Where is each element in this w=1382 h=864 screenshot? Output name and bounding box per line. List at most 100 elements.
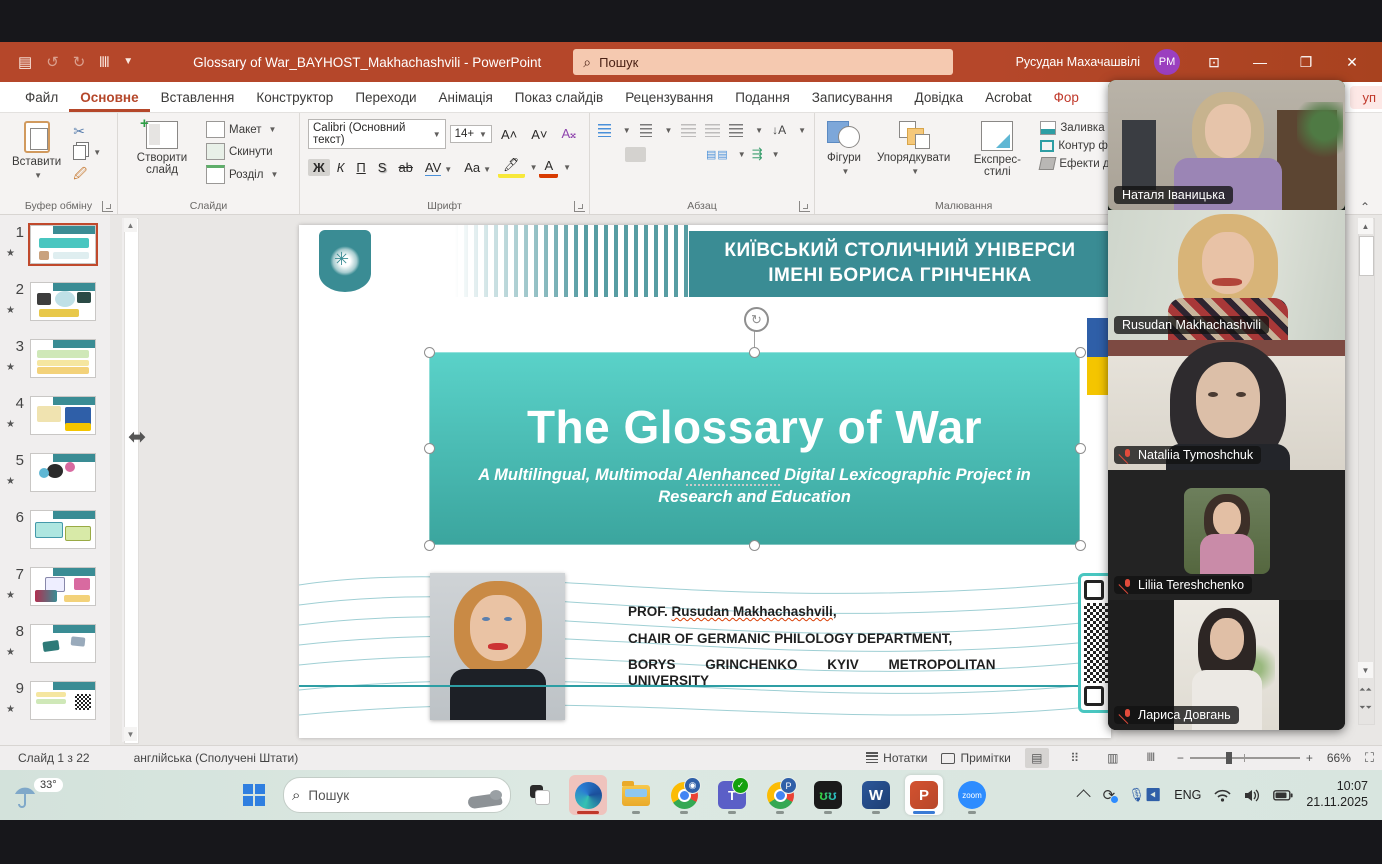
scroll-up-icon[interactable]: ▲ bbox=[124, 218, 137, 232]
paste-button[interactable]: Вставити▼ bbox=[8, 119, 65, 198]
next-slide-icon[interactable]: ⏷⏷ bbox=[1358, 700, 1373, 716]
weather-widget[interactable]: 33° bbox=[12, 780, 72, 810]
shapes-button[interactable]: Фігури▼ bbox=[823, 119, 865, 198]
layout-button[interactable]: Макет▼ bbox=[206, 121, 278, 138]
close-button[interactable]: ✕ bbox=[1332, 47, 1372, 77]
selection-handle-s[interactable] bbox=[749, 540, 760, 551]
participant-tile-4[interactable]: Liliia Tereshchenko bbox=[1108, 470, 1345, 600]
fit-slide-icon[interactable]: ⛶ bbox=[1365, 750, 1374, 766]
undo-icon[interactable]: ↺ bbox=[46, 55, 59, 70]
chrome-profile1-button[interactable]: ◉ bbox=[665, 775, 703, 815]
tab-home[interactable]: Основне bbox=[69, 84, 149, 112]
account-name[interactable]: Русудан Махачашвілі bbox=[1016, 55, 1140, 69]
align-center-icon[interactable] bbox=[625, 147, 646, 162]
ribbon-search-box[interactable]: ⌕ Пошук bbox=[573, 49, 953, 75]
clear-formatting-button[interactable]: A𝄪 bbox=[556, 125, 581, 143]
title-text-box[interactable]: The Glossary of War A Multilingual, Mult… bbox=[429, 352, 1080, 545]
edge-taskbar-button[interactable] bbox=[569, 775, 607, 815]
clock-widget[interactable]: 10:07 21.11.2025 bbox=[1306, 779, 1368, 810]
selection-handle-sw[interactable] bbox=[424, 540, 435, 551]
save-icon[interactable]: ▤ bbox=[18, 55, 32, 70]
character-spacing-button[interactable]: AV▼ bbox=[420, 159, 457, 176]
mic-location-icon[interactable]: 🎙◀ bbox=[1128, 787, 1161, 803]
slide-thumbnail[interactable] bbox=[30, 282, 96, 321]
language-switcher[interactable]: ENG bbox=[1174, 788, 1201, 802]
slide-thumbnail[interactable] bbox=[30, 225, 96, 264]
scroll-down-icon[interactable]: ▼ bbox=[1358, 662, 1373, 678]
line-spacing-icon[interactable] bbox=[729, 124, 744, 137]
teams-button[interactable]: T✓ bbox=[713, 775, 751, 815]
tab-review[interactable]: Рецензування bbox=[614, 84, 724, 112]
zoom-in-icon[interactable]: + bbox=[1306, 751, 1313, 765]
increase-indent-icon[interactable] bbox=[705, 124, 720, 137]
powerpoint-taskbar-button[interactable]: P bbox=[905, 775, 943, 815]
arrange-button[interactable]: Упорядкувати▼ bbox=[873, 119, 954, 198]
tab-file[interactable]: Файл bbox=[14, 84, 69, 112]
thumbnail-row-5[interactable]: 5★ bbox=[6, 453, 110, 492]
font-color-button[interactable]: А bbox=[539, 157, 558, 178]
slide-thumbnail[interactable] bbox=[30, 453, 96, 492]
thumbnail-row-2[interactable]: 2★ bbox=[6, 282, 110, 321]
participant-tile-5[interactable]: Лариса Довгань bbox=[1108, 600, 1345, 730]
thumbnail-scrollbar[interactable]: ▲ ▼ bbox=[122, 218, 139, 742]
slide-thumbnail[interactable] bbox=[30, 339, 96, 378]
underline-button[interactable]: П bbox=[351, 159, 370, 176]
ribbon-display-options-icon[interactable]: ⊡ bbox=[1194, 47, 1234, 77]
slide-thumbnail[interactable] bbox=[30, 624, 96, 663]
tab-help[interactable]: Довідка bbox=[904, 84, 975, 112]
bullets-icon[interactable] bbox=[598, 124, 611, 137]
minimize-button[interactable]: — bbox=[1240, 47, 1280, 77]
scroll-down-icon[interactable]: ▼ bbox=[124, 727, 137, 741]
justify-icon[interactable] bbox=[679, 147, 700, 162]
wifi-icon[interactable] bbox=[1214, 789, 1231, 802]
zoom-slider[interactable]: − + bbox=[1177, 751, 1313, 765]
scroll-up-icon[interactable]: ▲ bbox=[1358, 218, 1373, 234]
slide-canvas[interactable]: КИЇВСЬКИЙ СТОЛИЧНИЙ УНІВЕРСИ ІМЕНІ БОРИС… bbox=[299, 225, 1111, 738]
clipboard-dialog-launcher[interactable] bbox=[102, 201, 113, 212]
thumbnail-row-3[interactable]: 3★ bbox=[6, 339, 110, 378]
comments-button[interactable]: Примітки bbox=[941, 751, 1010, 765]
strikethrough-button[interactable]: ab bbox=[393, 159, 417, 176]
smartart-convert-icon[interactable]: ⇶ bbox=[752, 146, 763, 162]
file-explorer-button[interactable] bbox=[617, 775, 655, 815]
text-shadow-button[interactable]: S bbox=[373, 159, 392, 176]
thumbnail-row-8[interactable]: 8★ bbox=[6, 624, 110, 663]
restore-button[interactable]: ❐ bbox=[1286, 47, 1326, 77]
start-button[interactable] bbox=[235, 775, 273, 815]
tab-insert[interactable]: Вставлення bbox=[150, 84, 246, 112]
hidden-icons-chevron[interactable] bbox=[1076, 789, 1090, 803]
selection-handle-nw[interactable] bbox=[424, 347, 435, 358]
highlight-color-button[interactable]: 🖊 bbox=[498, 156, 525, 178]
participant-tile-1[interactable]: Наталя Іваницька bbox=[1108, 80, 1345, 210]
section-button[interactable]: Розділ▼ bbox=[206, 165, 278, 184]
slide-thumbnail[interactable] bbox=[30, 510, 96, 549]
slide-thumbnail[interactable] bbox=[30, 396, 96, 435]
tab-design[interactable]: Конструктор bbox=[245, 84, 344, 112]
slide-scrollbar[interactable]: ⌃ ▲ ▼ ⏶⏶ ⏷⏷ bbox=[1352, 200, 1378, 740]
selection-handle-se[interactable] bbox=[1075, 540, 1086, 551]
normal-view-button[interactable]: ▤ bbox=[1025, 748, 1049, 768]
rotation-handle[interactable]: ↻ bbox=[744, 307, 769, 332]
collapse-ribbon-icon[interactable]: ⌃ bbox=[1360, 200, 1370, 214]
tab-transitions[interactable]: Переходи bbox=[344, 84, 427, 112]
start-slideshow-icon[interactable]: 𝍬 bbox=[99, 55, 109, 70]
zoom-out-icon[interactable]: − bbox=[1177, 751, 1184, 765]
selection-handle-e[interactable] bbox=[1075, 443, 1086, 454]
word-button[interactable]: W bbox=[857, 775, 895, 815]
text-direction-icon[interactable]: ↓A bbox=[772, 123, 786, 137]
cut-icon[interactable]: ✂ bbox=[73, 123, 101, 140]
quick-styles-button[interactable]: Експрес-стилі bbox=[962, 119, 1032, 198]
thumbnail-row-9[interactable]: 9★ bbox=[6, 681, 110, 720]
thumbnail-row-6[interactable]: 6 bbox=[6, 510, 110, 549]
slide-thumbnail[interactable] bbox=[30, 681, 96, 720]
tab-animations[interactable]: Анімація bbox=[428, 84, 504, 112]
participant-tile-3[interactable]: Nataliia Tymoshchuk bbox=[1108, 340, 1345, 470]
tab-view[interactable]: Подання bbox=[724, 84, 801, 112]
paragraph-dialog-launcher[interactable] bbox=[799, 201, 810, 212]
slide-title[interactable]: The Glossary of War bbox=[429, 400, 1080, 454]
selection-handle-ne[interactable] bbox=[1075, 347, 1086, 358]
thumbnail-row-4[interactable]: 4★ bbox=[6, 396, 110, 435]
font-name-combo[interactable]: Calibri (Основний текст)▼ bbox=[308, 119, 446, 149]
align-right-icon[interactable] bbox=[652, 147, 673, 162]
reset-button[interactable]: Скинути bbox=[206, 143, 278, 160]
